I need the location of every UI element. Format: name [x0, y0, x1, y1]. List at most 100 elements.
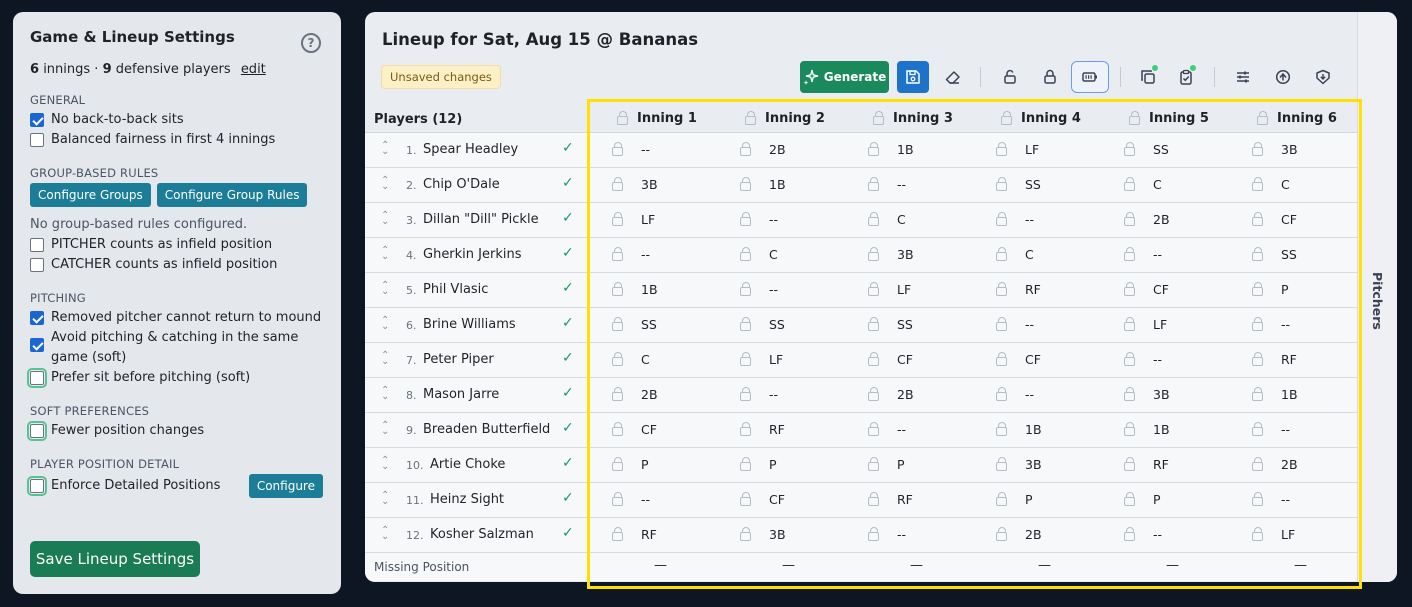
avoid-pitch-catch-checkbox[interactable]: [30, 338, 44, 352]
cell-lock-icon[interactable]: [612, 281, 623, 296]
position-cell[interactable]: SS: [612, 316, 657, 332]
position-cell[interactable]: C: [740, 246, 778, 262]
position-cell[interactable]: --: [1124, 351, 1162, 367]
cell-lock-icon[interactable]: [868, 456, 879, 471]
position-cell[interactable]: --: [740, 281, 778, 297]
configure-positions-button[interactable]: Configure: [248, 474, 323, 498]
cell-lock-icon[interactable]: [1252, 141, 1263, 156]
position-cell[interactable]: CF: [612, 421, 657, 437]
cell-lock-icon[interactable]: [612, 211, 623, 226]
cell-lock-icon[interactable]: [612, 176, 623, 191]
avoid-pitch-catch-option[interactable]: Avoid pitching & catching in the same ga…: [30, 328, 323, 368]
inning-header-6[interactable]: Inning 6: [1257, 111, 1337, 126]
cell-lock-icon[interactable]: [1252, 176, 1263, 191]
position-cell[interactable]: LF: [996, 141, 1039, 157]
cell-lock-icon[interactable]: [1124, 211, 1135, 226]
cell-lock-icon[interactable]: [1252, 526, 1263, 541]
player-name[interactable]: Gherkin Jerkins: [423, 247, 522, 262]
position-cell[interactable]: RF: [1252, 351, 1297, 367]
sit-before-pitching-option[interactable]: Prefer sit before pitching (soft): [27, 368, 323, 388]
removed-pitcher-option[interactable]: Removed pitcher cannot return to mound: [30, 308, 323, 328]
reorder-handle-icon[interactable]: ⌃ ⌄: [381, 176, 389, 192]
cell-lock-icon[interactable]: [996, 491, 1007, 506]
position-cell[interactable]: C: [868, 211, 906, 227]
reorder-handle-icon[interactable]: ⌃ ⌄: [381, 211, 389, 227]
cell-lock-icon[interactable]: [740, 316, 751, 331]
copy-lineup-button[interactable]: [1132, 61, 1164, 93]
catcher-infield-checkbox[interactable]: [30, 258, 44, 272]
position-cell[interactable]: P: [1252, 281, 1289, 297]
cell-lock-icon[interactable]: [740, 526, 751, 541]
unlock-all-button[interactable]: [994, 61, 1026, 93]
reorder-handle-icon[interactable]: ⌃ ⌄: [381, 316, 389, 332]
configure-group-rules-button[interactable]: Configure Group Rules: [156, 183, 308, 207]
fewer-changes-option[interactable]: Fewer position changes: [27, 421, 323, 441]
balanced-fairness-checkbox[interactable]: [30, 133, 44, 147]
cell-lock-icon[interactable]: [1252, 316, 1263, 331]
removed-pitcher-checkbox[interactable]: [30, 311, 44, 325]
position-cell[interactable]: CF: [996, 351, 1041, 367]
help-icon[interactable]: ?: [301, 33, 321, 53]
cell-lock-icon[interactable]: [868, 176, 879, 191]
cell-lock-icon[interactable]: [996, 141, 1007, 156]
cell-lock-icon[interactable]: [1124, 351, 1135, 366]
position-cell[interactable]: CF: [1252, 211, 1297, 227]
cell-lock-icon[interactable]: [996, 351, 1007, 366]
position-cell[interactable]: --: [612, 491, 650, 507]
cell-lock-icon[interactable]: [996, 281, 1007, 296]
position-cell[interactable]: --: [1252, 316, 1290, 332]
position-cell[interactable]: P: [996, 491, 1033, 507]
position-cell[interactable]: 2B: [868, 386, 914, 402]
cell-lock-icon[interactable]: [868, 526, 879, 541]
column-lock-icon[interactable]: [873, 111, 884, 125]
position-cell[interactable]: RF: [612, 526, 657, 542]
player-name[interactable]: Phil Vlasic: [423, 282, 488, 297]
cell-lock-icon[interactable]: [1124, 176, 1135, 191]
position-cell[interactable]: 2B: [612, 386, 658, 402]
position-cell[interactable]: 2B: [996, 526, 1042, 542]
cell-lock-icon[interactable]: [1124, 281, 1135, 296]
position-cell[interactable]: SS: [1124, 141, 1169, 157]
cell-lock-icon[interactable]: [612, 526, 623, 541]
position-cell[interactable]: 3B: [996, 456, 1042, 472]
position-cell[interactable]: SS: [740, 316, 785, 332]
cell-lock-icon[interactable]: [740, 421, 751, 436]
edit-link[interactable]: edit: [241, 62, 266, 77]
cell-lock-icon[interactable]: [868, 246, 879, 261]
position-cell[interactable]: --: [740, 211, 778, 227]
position-cell[interactable]: RF: [868, 491, 913, 507]
column-lock-icon[interactable]: [1257, 111, 1268, 125]
position-cell[interactable]: --: [740, 386, 778, 402]
detailed-positions-option[interactable]: Enforce Detailed Positions Configure: [27, 474, 323, 498]
position-cell[interactable]: --: [868, 421, 906, 437]
player-name[interactable]: Peter Piper: [423, 352, 494, 367]
reorder-handle-icon[interactable]: ⌃ ⌄: [381, 491, 389, 507]
reorder-handle-icon[interactable]: ⌃ ⌄: [381, 246, 389, 262]
position-cell[interactable]: P: [612, 456, 649, 472]
position-cell[interactable]: 1B: [1124, 421, 1170, 437]
position-cell[interactable]: 2B: [1252, 456, 1298, 472]
player-name[interactable]: Artie Choke: [430, 457, 505, 472]
position-cell[interactable]: CF: [868, 351, 913, 367]
position-cell[interactable]: --: [868, 526, 906, 542]
position-cell[interactable]: 2B: [740, 141, 786, 157]
cell-lock-icon[interactable]: [612, 246, 623, 261]
position-cell[interactable]: P: [1124, 491, 1161, 507]
cell-lock-icon[interactable]: [740, 386, 751, 401]
position-cell[interactable]: SS: [868, 316, 913, 332]
position-cell[interactable]: LF: [612, 211, 655, 227]
position-cell[interactable]: --: [1252, 421, 1290, 437]
inning-header-5[interactable]: Inning 5: [1129, 111, 1209, 126]
player-name[interactable]: Chip O'Dale: [423, 177, 500, 192]
position-cell[interactable]: 2B: [1124, 211, 1170, 227]
cell-lock-icon[interactable]: [740, 281, 751, 296]
position-cell[interactable]: CF: [740, 491, 785, 507]
position-cell[interactable]: 1B: [996, 421, 1042, 437]
sit-before-pitching-checkbox[interactable]: [27, 368, 47, 388]
fewer-changes-checkbox[interactable]: [27, 421, 47, 441]
position-cell[interactable]: RF: [996, 281, 1041, 297]
position-cell[interactable]: --: [996, 211, 1034, 227]
cell-lock-icon[interactable]: [740, 246, 751, 261]
cell-lock-icon[interactable]: [1124, 141, 1135, 156]
cell-lock-icon[interactable]: [1252, 281, 1263, 296]
